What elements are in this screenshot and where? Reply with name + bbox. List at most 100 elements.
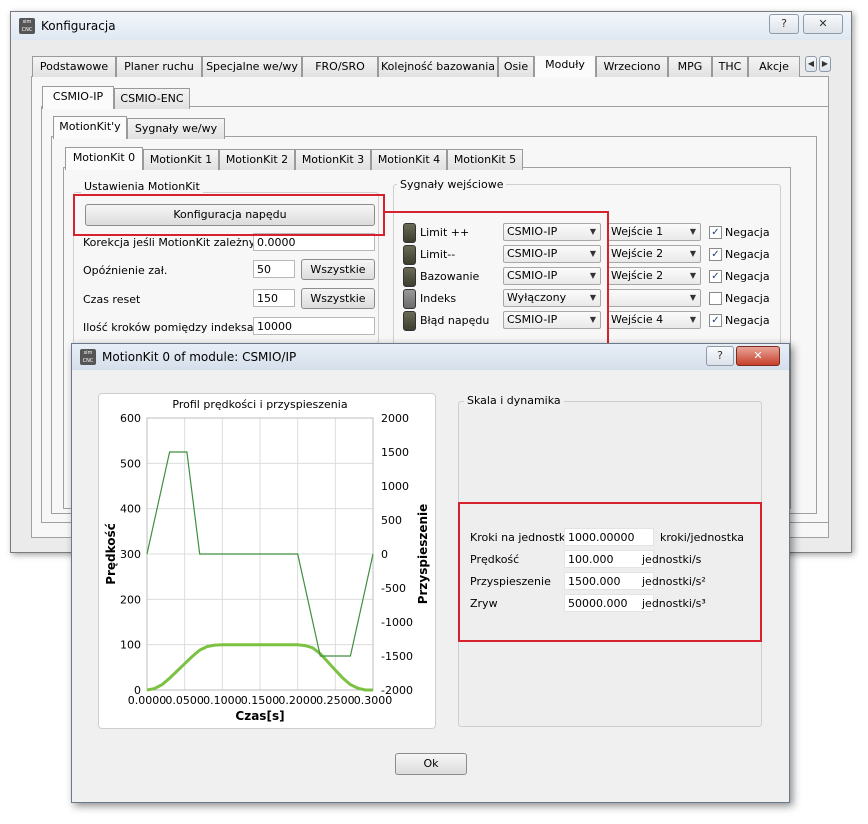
enable-delay-all-button[interactable]: Wszystkie	[301, 259, 375, 280]
tab-scroll-right-icon[interactable]: ▶	[819, 56, 831, 72]
signal-module-combo[interactable]: Wyłączony ▼	[503, 289, 601, 307]
connector-line-horizontal	[384, 211, 609, 213]
module-tabbar: CSMIO-IP CSMIO-ENC	[42, 86, 242, 109]
y-axis-label: Prędkość	[104, 523, 118, 585]
enable-delay-field[interactable]: 50	[253, 260, 295, 278]
x-tick-label: 0.2000	[278, 694, 317, 707]
signal-led-icon	[403, 267, 416, 287]
signal-module-value: Wyłączony	[507, 291, 567, 304]
x-tick-label: 0.0500	[165, 694, 204, 707]
tab-motionkit-2[interactable]: MotionKit 2	[219, 149, 295, 170]
tab-top-1[interactable]: Planer ruchu	[116, 56, 202, 77]
y2-tick-label: 500	[381, 514, 402, 527]
settings-group-title: Ustawienia MotionKit	[81, 180, 203, 193]
tab-top-2[interactable]: Specjalne we/wy	[202, 56, 302, 77]
sub-tabbar: MotionKit'y Sygnały we/wy	[53, 116, 253, 139]
tab-sub-1[interactable]: Sygnały we/wy	[127, 118, 225, 139]
chart-title: Profil prędkości i przyspieszenia	[172, 398, 347, 411]
y2-tick-label: -500	[381, 582, 406, 595]
dialog-titlebar: sim CNC MotionKit 0 of module: CSMIO/IP …	[72, 344, 789, 370]
signal-input-value: Wejście 1	[611, 225, 664, 238]
velocity-acceleration-chart: Profil prędkości i przyspieszenia0.0000 0…	[104, 398, 430, 723]
chevron-down-icon: ▼	[689, 271, 696, 280]
signal-module-combo[interactable]: CSMIO-IP ▼	[503, 311, 601, 329]
negation-label: Negacja	[725, 292, 770, 305]
negation-checkbox[interactable]: ✓	[709, 226, 722, 239]
tab-top-10[interactable]: Akcje	[748, 56, 800, 77]
signal-module-combo[interactable]: CSMIO-IP ▼	[503, 245, 601, 263]
signal-name: Limit--	[420, 248, 456, 261]
signal-input-combo[interactable]: Wejście 2 ▼	[607, 245, 701, 263]
y-tick-label: 400	[120, 503, 141, 516]
signal-input-combo[interactable]: Wejście 2 ▼	[607, 267, 701, 285]
highlight-config-button	[73, 194, 385, 236]
negation-checkbox[interactable]: ✓	[709, 248, 722, 261]
tab-sub-0[interactable]: MotionKit'y	[53, 116, 127, 139]
tab-top-0[interactable]: Podstawowe	[32, 56, 116, 77]
tab-motionkit-1[interactable]: MotionKit 1	[143, 149, 219, 170]
negation-label: Negacja	[725, 270, 770, 283]
y-tick-label: 200	[120, 593, 141, 606]
tab-motionkit-0[interactable]: MotionKit 0	[65, 147, 143, 170]
tab-top-6[interactable]: Moduły	[534, 56, 596, 77]
steps-between-index-label: Ilość kroków pomiędzy indeksami	[83, 321, 268, 334]
close-button[interactable]: ✕	[803, 14, 843, 34]
y-tick-label: 600	[120, 412, 141, 425]
tab-module-0[interactable]: CSMIO-IP	[42, 86, 114, 109]
ok-button[interactable]: Ok	[395, 753, 467, 775]
y2-tick-label: 2000	[381, 412, 409, 425]
y2-tick-label: 1000	[381, 480, 409, 493]
help-button[interactable]: ?	[769, 14, 799, 34]
negation-checkbox[interactable]: ✓	[709, 270, 722, 283]
signal-module-value: CSMIO-IP	[507, 247, 558, 260]
tab-motionkit-4[interactable]: MotionKit 4	[371, 149, 447, 170]
tab-motionkit-5[interactable]: MotionKit 5	[447, 149, 523, 170]
signal-led-icon	[403, 245, 416, 265]
signal-input-combo[interactable]: ▼	[607, 289, 701, 307]
signal-input-combo[interactable]: Wejście 1 ▼	[607, 223, 701, 241]
signal-led-icon	[403, 289, 416, 309]
y2-tick-label: -2000	[381, 684, 413, 697]
tab-top-8[interactable]: MPG	[668, 56, 712, 77]
negation-label: Negacja	[725, 226, 770, 239]
correction-label: Korekcja jeśli MotionKit zależny	[83, 236, 256, 249]
y-tick-label: 0	[134, 684, 141, 697]
signal-module-combo[interactable]: CSMIO-IP ▼	[503, 223, 601, 241]
y2-axis-label: Przyspieszenie	[416, 504, 430, 605]
signal-module-value: CSMIO-IP	[507, 313, 558, 326]
x-tick-label: 0.1000	[203, 694, 242, 707]
negation-checkbox[interactable]: ✓	[709, 314, 722, 327]
tab-top-3[interactable]: FRO/SRO	[302, 56, 378, 77]
reset-time-all-button[interactable]: Wszystkie	[301, 288, 375, 309]
signal-module-combo[interactable]: CSMIO-IP ▼	[503, 267, 601, 285]
dialog-close-button[interactable]: ✕	[736, 346, 780, 366]
tab-motionkit-3[interactable]: MotionKit 3	[295, 149, 371, 170]
x-tick-label: 0.1500	[241, 694, 280, 707]
y-tick-label: 100	[120, 639, 141, 652]
tab-scroll-left-icon[interactable]: ◀	[805, 56, 817, 72]
negation-label: Negacja	[725, 248, 770, 261]
signal-name: Limit ++	[420, 226, 470, 239]
tab-top-9[interactable]: THC	[712, 56, 748, 77]
enable-delay-label: Opóźnienie zał.	[83, 264, 168, 277]
chevron-down-icon: ▼	[689, 249, 696, 258]
y2-tick-label: 1500	[381, 446, 409, 459]
dialog-help-button[interactable]: ?	[706, 346, 734, 366]
signal-input-combo[interactable]: Wejście 4 ▼	[607, 311, 701, 329]
tab-top-4[interactable]: Kolejność bazowania	[378, 56, 498, 77]
negation-checkbox[interactable]	[709, 292, 722, 305]
signal-input-value: Wejście 4	[611, 313, 664, 326]
y2-tick-label: -1500	[381, 650, 413, 663]
tab-module-1[interactable]: CSMIO-ENC	[114, 88, 190, 109]
y-tick-label: 500	[120, 457, 141, 470]
x-tick-label: 0.2500	[316, 694, 355, 707]
tab-top-5[interactable]: Osie	[498, 56, 534, 77]
chevron-down-icon: ▼	[589, 293, 596, 302]
signal-module-value: CSMIO-IP	[507, 269, 558, 282]
x-axis-label: Czas[s]	[235, 709, 284, 723]
scale-group-title: Skala i dynamika	[464, 394, 564, 407]
reset-time-field[interactable]: 150	[253, 289, 295, 307]
steps-between-index-field[interactable]: 10000	[253, 317, 375, 335]
tab-top-7[interactable]: Wrzeciono	[596, 56, 668, 77]
signal-input-value: Wejście 2	[611, 247, 664, 260]
